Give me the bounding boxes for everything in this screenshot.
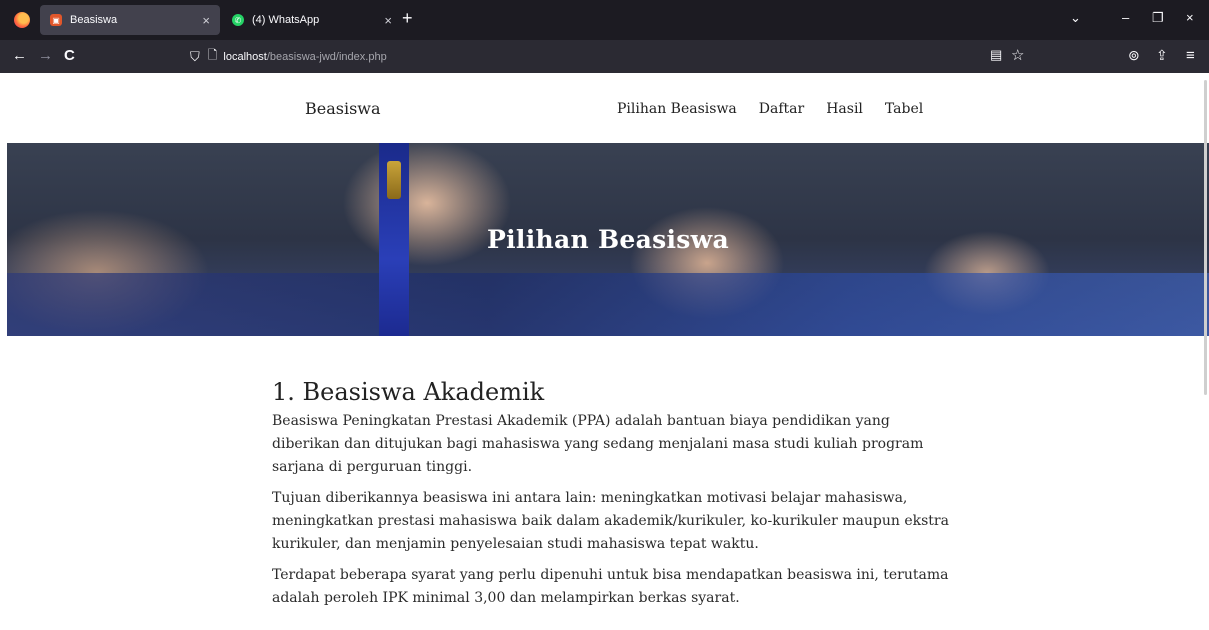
hero-title: Pilihan Beasiswa bbox=[487, 225, 729, 254]
tab-beasiswa[interactable]: ▣ Beasiswa × bbox=[40, 5, 220, 35]
tab-title: (4) WhatsApp bbox=[252, 14, 320, 26]
restore-button[interactable]: ❐ bbox=[1152, 10, 1164, 26]
whatsapp-favicon-icon: ✆ bbox=[232, 14, 244, 26]
close-window-button[interactable]: × bbox=[1186, 10, 1194, 25]
bookmark-star-icon[interactable]: ☆ bbox=[1011, 46, 1024, 64]
section-heading: 1. Beasiswa Akademik bbox=[272, 378, 545, 406]
site-brand[interactable]: Beasiswa bbox=[305, 99, 381, 118]
nav-link-hasil[interactable]: Hasil bbox=[826, 101, 863, 117]
beasiswa-favicon-icon: ▣ bbox=[50, 14, 62, 26]
nav-link-pilihan-beasiswa[interactable]: Pilihan Beasiswa bbox=[617, 101, 737, 117]
tassel-cap-image bbox=[387, 161, 401, 199]
url-host: localhost bbox=[223, 50, 267, 63]
pocket-icon[interactable]: ⊚ bbox=[1128, 47, 1140, 64]
shield-icon[interactable]: ⛉ bbox=[190, 49, 200, 65]
url-path: /beasiswa-jwd/index.php bbox=[266, 50, 387, 63]
new-tab-button[interactable]: + bbox=[402, 8, 413, 29]
forward-button[interactable]: → bbox=[38, 47, 53, 64]
nav-link-daftar[interactable]: Daftar bbox=[759, 101, 804, 117]
tab-title: Beasiswa bbox=[70, 14, 118, 26]
share-icon[interactable]: ⇪ bbox=[1156, 47, 1168, 64]
browser-toolbar: ← → C ⛉ 🗋 localhost /beasiswa-jwd/index.… bbox=[0, 40, 1209, 73]
reader-view-icon[interactable]: ▤ bbox=[990, 47, 1002, 63]
firefox-logo-icon[interactable] bbox=[14, 12, 30, 28]
close-tab-icon[interactable]: × bbox=[202, 13, 210, 28]
reload-button[interactable]: C bbox=[64, 47, 75, 64]
list-all-tabs-icon[interactable]: ⌄ bbox=[1070, 10, 1081, 26]
hero-gown-band bbox=[7, 273, 1209, 336]
minimize-button[interactable]: – bbox=[1122, 10, 1129, 25]
site-header: Beasiswa Pilihan Beasiswa Daftar Hasil T… bbox=[0, 73, 1209, 143]
hero-banner: Pilihan Beasiswa bbox=[7, 143, 1209, 336]
address-bar[interactable]: ⛉ 🗋 localhost /beasiswa-jwd/index.php bbox=[190, 44, 1030, 69]
main-content: 1. Beasiswa Akademik Beasiswa Peningkata… bbox=[272, 378, 952, 618]
page-icon: 🗋 bbox=[207, 48, 218, 62]
nav-link-tabel[interactable]: Tabel bbox=[885, 101, 923, 117]
paragraph: Beasiswa Peningkatan Prestasi Akademik (… bbox=[272, 413, 924, 475]
back-button[interactable]: ← bbox=[12, 47, 27, 64]
tab-whatsapp[interactable]: ✆ (4) WhatsApp × bbox=[222, 5, 402, 35]
paragraph: Terdapat beberapa syarat yang perlu dipe… bbox=[272, 567, 949, 606]
page-scrollbar[interactable] bbox=[1204, 80, 1207, 395]
paragraph: Tujuan diberikannya beasiswa ini antara … bbox=[272, 490, 949, 552]
browser-tabbar: ▣ Beasiswa × ✆ (4) WhatsApp × + ⌄ – ❐ × bbox=[0, 0, 1209, 40]
menu-icon[interactable]: ≡ bbox=[1186, 47, 1195, 64]
site-nav: Pilihan Beasiswa Daftar Hasil Tabel bbox=[617, 101, 923, 117]
close-tab-icon[interactable]: × bbox=[384, 13, 392, 28]
